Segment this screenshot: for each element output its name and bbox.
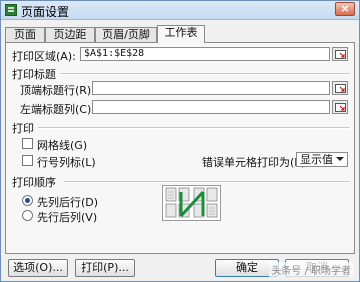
top-rows-input[interactable] <box>92 81 330 95</box>
page-order-preview <box>162 185 221 221</box>
app-icon <box>5 4 17 16</box>
row-col-headers-label: 行号列标(L) <box>37 156 96 169</box>
tab-header-footer[interactable]: 页眉/页脚 <box>95 27 157 42</box>
close-button[interactable]: × <box>335 2 355 16</box>
top-rows-pick-button[interactable] <box>332 81 348 95</box>
print-area-label: 打印区域(A): <box>12 50 76 63</box>
print-area-pick-button[interactable] <box>332 47 348 61</box>
print-divider <box>38 127 350 129</box>
page-order-divider <box>64 181 350 183</box>
range-select-icon <box>335 103 346 112</box>
print-titles-divider <box>60 73 350 75</box>
down-then-over-label: 先列后行(D) <box>37 196 99 209</box>
cell-errors-select[interactable]: 显示值 <box>296 152 348 167</box>
options-button[interactable]: 选项(O)... <box>8 259 68 277</box>
down-then-over-radio[interactable] <box>22 195 33 206</box>
cell-errors-selected-value: 显示值 <box>300 153 333 166</box>
tab-page[interactable]: 页面 <box>5 27 45 42</box>
over-then-down-radio[interactable] <box>22 210 33 221</box>
tab-margins[interactable]: 页边距 <box>45 27 95 42</box>
left-cols-label: 左端标题列(C): <box>20 103 95 116</box>
chevron-down-icon <box>336 157 344 161</box>
left-cols-input[interactable] <box>92 100 330 114</box>
top-rows-label: 顶端标题行(R): <box>20 84 95 97</box>
print-button[interactable]: 打印(P)... <box>75 259 135 277</box>
gridlines-checkbox[interactable] <box>22 138 33 149</box>
left-cols-pick-button[interactable] <box>332 100 348 114</box>
page-order-heading: 打印顺序 <box>12 176 56 189</box>
print-titles-heading: 打印标题 <box>12 68 56 81</box>
title-bar: 页面设置 × <box>1 1 359 20</box>
gridlines-label: 网格线(G) <box>37 139 88 152</box>
watermark-text: 头条号 / 职场学者 <box>269 262 353 277</box>
page-order-icon <box>165 187 218 218</box>
row-col-headers-checkbox[interactable] <box>22 155 33 166</box>
range-select-icon <box>335 84 346 93</box>
print-area-input[interactable]: $A$1:$E$28 <box>80 47 330 61</box>
sheet-tab-panel: 打印区域(A): $A$1:$E$28 打印标题 顶端标题行(R): 左端标题列… <box>5 42 355 254</box>
print-heading: 打印 <box>12 122 34 135</box>
tab-sheet[interactable]: 工作表 <box>157 25 205 43</box>
dialog-title: 页面设置 <box>21 5 70 19</box>
page-setup-dialog: 页面设置 × 页面 页边距 页眉/页脚 工作表 打印区域(A): $A$1:$E… <box>0 0 360 282</box>
over-then-down-label: 先行后列(V) <box>37 211 98 224</box>
cell-errors-label: 错误单元格打印为(E): <box>202 156 310 169</box>
range-select-icon <box>335 50 346 59</box>
